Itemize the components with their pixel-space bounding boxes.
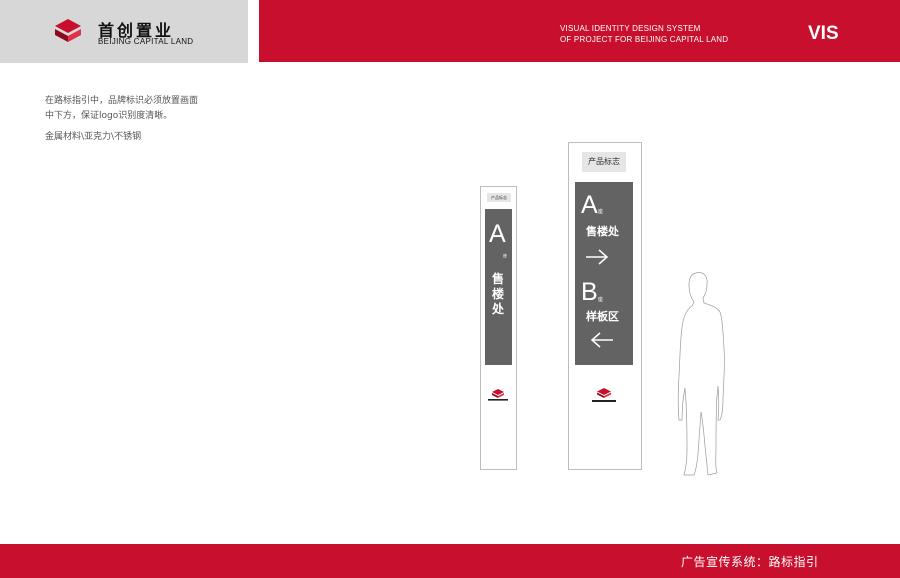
person-silhouette <box>677 272 725 476</box>
material-note: 金属材料\亚克力\不锈钢 <box>45 132 142 142</box>
small-sign-text: 售楼处 <box>491 272 504 316</box>
description-line-1: 在路标指引中，品牌标识必须放置画面 <box>45 96 199 106</box>
large-sign-logo-icon <box>592 388 616 402</box>
header-line-2: OF PROJECT FOR BEIJING CAPITAL LAND <box>560 35 729 44</box>
arrow-left-icon <box>590 332 613 348</box>
brand-logo-icon <box>55 19 81 42</box>
arrow-right-icon <box>586 249 609 265</box>
large-sign-product-tag: 产品标志 <box>582 152 626 172</box>
large-sign-text-a: 售楼处 <box>586 225 619 238</box>
header-line-1: VISUAL IDENTITY DESIGN SYSTEM <box>560 24 701 33</box>
brand-name-en: BEIJING CAPITAL LAND <box>98 37 194 46</box>
large-sign-suffix-b: 座 <box>598 297 604 303</box>
small-sign-suffix: 座 <box>503 253 507 258</box>
vis-badge: VIS <box>808 23 839 44</box>
description-line-2: 中下方，保证logo识别度清晰。 <box>45 111 173 121</box>
small-sign-logo-icon <box>488 389 508 401</box>
large-sign-letter-b: B <box>581 278 598 306</box>
large-sign-suffix-a: 座 <box>598 209 604 215</box>
large-sign-letter-a: A <box>581 191 598 219</box>
small-sign-product-tag: 产品标志 <box>487 193 511 202</box>
small-sign-letter: A <box>489 220 506 248</box>
footer-title: 广告宣传系统：路标指引 <box>681 555 819 569</box>
large-sign-text-b: 样板区 <box>586 310 619 323</box>
